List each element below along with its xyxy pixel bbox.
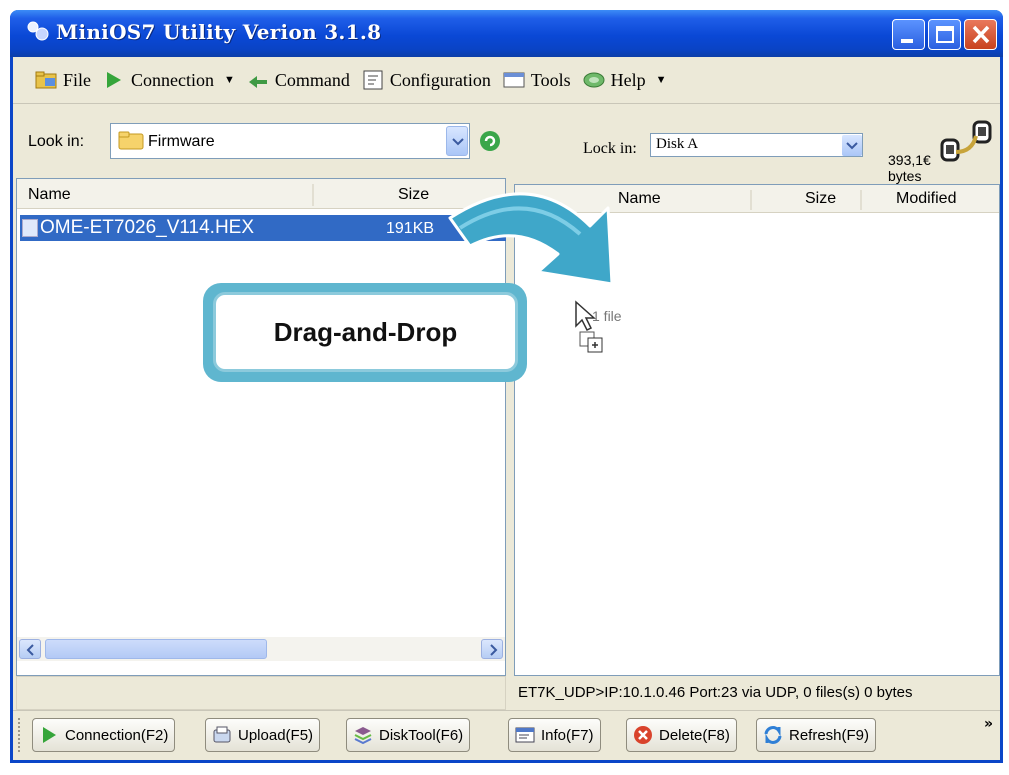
command-icon — [248, 76, 267, 88]
left-col-size[interactable]: Size — [398, 186, 429, 204]
drag-arrow-icon — [448, 192, 614, 286]
maximize-icon — [936, 26, 954, 43]
file-icon — [22, 219, 38, 237]
refresh-button-label: Refresh(F9) — [789, 726, 870, 744]
disk-icon — [354, 727, 372, 745]
right-look-in-value: Disk A — [656, 136, 699, 152]
link-icon[interactable] — [936, 118, 994, 170]
delete-icon — [634, 726, 652, 744]
minimize-icon — [901, 39, 913, 43]
menu-file[interactable]: File — [35, 70, 91, 91]
menu-file-label: File — [63, 69, 92, 90]
help-icon — [583, 72, 605, 88]
info-button-label: Info(F7) — [541, 726, 594, 744]
window-title: MiniOS7 Utility Verion 3.1.8 — [56, 20, 382, 44]
disktool-button[interactable]: DiskTool(F6) — [346, 718, 471, 752]
delete-button-label: Delete(F8) — [659, 726, 730, 744]
chevron-left-icon — [26, 644, 34, 656]
app-icon — [27, 21, 49, 41]
go-up-button[interactable] — [480, 131, 500, 151]
chevron-down-icon — [846, 142, 858, 150]
play-icon — [107, 72, 122, 88]
drag-file-count: 1 file — [592, 308, 622, 324]
scroll-right-button[interactable] — [481, 639, 503, 659]
column-divider[interactable] — [860, 190, 862, 210]
column-divider[interactable] — [312, 184, 314, 206]
info-icon — [515, 727, 535, 743]
left-look-in-value: Firmware — [148, 133, 215, 150]
close-icon — [972, 25, 990, 44]
tools-icon — [503, 72, 525, 88]
menu-bar: File Connection ▼ Command Configuration … — [13, 57, 1000, 104]
toolbar-grip[interactable] — [18, 718, 22, 752]
chevron-down-icon: ▼ — [655, 74, 667, 86]
connection-status: ET7K_UDP>IP:10.1.0.46 Port:23 via UDP, 0… — [518, 684, 913, 701]
left-col-name[interactable]: Name — [28, 186, 71, 204]
connection-button[interactable]: Connection(F2) — [32, 718, 176, 752]
menu-configuration-label: Configuration — [389, 69, 491, 90]
scroll-left-button[interactable] — [19, 639, 41, 659]
play-icon — [43, 727, 56, 743]
menu-connection-label: Connection — [131, 69, 215, 90]
menu-tools[interactable]: Tools — [503, 70, 571, 91]
close-button[interactable] — [964, 19, 997, 50]
folder-icon — [118, 131, 144, 150]
upload-button[interactable]: Upload(F5) — [205, 718, 321, 752]
refresh-icon — [484, 135, 496, 147]
delete-button[interactable]: Delete(F8) — [626, 718, 737, 752]
upload-button-label: Upload(F5) — [238, 726, 314, 744]
left-look-in-label: Look in: — [28, 133, 85, 150]
disktool-button-label: DiskTool(F6) — [379, 726, 464, 744]
refresh-icon — [764, 726, 782, 744]
chevron-right-icon — [490, 644, 498, 656]
maximize-button[interactable] — [928, 19, 961, 50]
folder-icon — [35, 71, 57, 89]
file-name: OME-ET7026_V114.HEX — [40, 217, 255, 238]
menu-connection[interactable]: Connection ▼ — [103, 70, 235, 91]
connection-button-label: Connection(F2) — [65, 726, 169, 744]
config-icon — [363, 70, 383, 90]
upload-icon — [213, 726, 231, 743]
menu-help-label: Help — [610, 69, 646, 90]
right-look-in-dropdown[interactable] — [842, 135, 862, 156]
right-col-modified[interactable]: Modified — [896, 190, 956, 208]
chevron-down-icon: ▼ — [224, 74, 235, 86]
disk-free-space: 393,1€ — [888, 152, 931, 168]
menu-help[interactable]: Help ▼ — [583, 70, 667, 91]
refresh-button[interactable]: Refresh(F9) — [756, 718, 877, 752]
toolbar-overflow-chevron[interactable]: » — [984, 716, 993, 732]
chevron-down-icon — [452, 138, 464, 146]
disk-free-space-unit: bytes — [888, 168, 922, 184]
column-divider[interactable] — [750, 190, 752, 210]
left-look-in-dropdown[interactable] — [446, 126, 468, 156]
info-button[interactable]: Info(F7) — [508, 718, 601, 752]
right-look-in-label: Lock in: — [583, 140, 637, 157]
menu-command-label: Command — [274, 69, 350, 90]
callout-label: Drag-and-Drop — [213, 292, 518, 372]
left-status-bar — [16, 676, 506, 710]
minimize-button[interactable] — [892, 19, 925, 50]
right-col-size[interactable]: Size — [805, 190, 836, 208]
menu-command[interactable]: Command — [247, 70, 350, 91]
menu-configuration[interactable]: Configuration — [362, 70, 491, 91]
scroll-thumb[interactable] — [45, 639, 267, 659]
file-size: 191KB — [386, 220, 435, 237]
menu-tools-label: Tools — [530, 69, 571, 90]
